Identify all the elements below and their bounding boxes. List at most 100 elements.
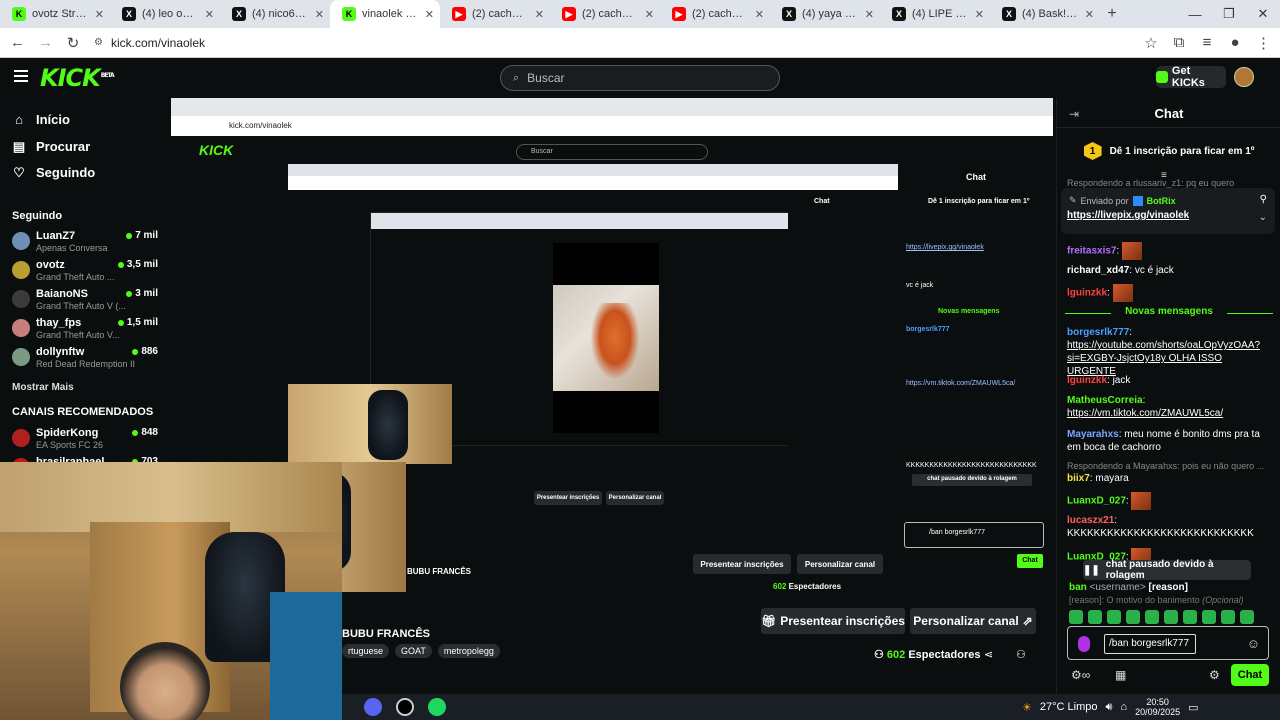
sidebar-channel[interactable]: SpiderKong EA Sports FC 26 848 xyxy=(12,427,162,453)
emote-icon[interactable] xyxy=(1145,610,1159,624)
browser-tab[interactable]: ▶(2) cachorro equ✕ xyxy=(550,0,660,28)
close-tab-icon[interactable]: ✕ xyxy=(315,8,324,21)
back-icon[interactable]: ← xyxy=(10,34,25,51)
emote-icon[interactable] xyxy=(1088,610,1102,624)
spotify-icon[interactable] xyxy=(428,698,446,716)
get-kicks-button[interactable]: Get KICKs xyxy=(1156,65,1226,89)
add-user-icon[interactable]: ⚇ xyxy=(1016,648,1026,661)
sidebar-channel[interactable]: ovotz Grand Theft Auto ... 3,5 mil xyxy=(12,259,162,285)
nav-home[interactable]: ⌂ Início xyxy=(12,112,70,127)
sub-leaderboard-banner[interactable]: 1 Dê 1 inscrição para ficar em 1º xyxy=(1057,138,1280,164)
minimize-button[interactable]: — xyxy=(1178,0,1212,28)
search-input[interactable]: ⌕ Buscar xyxy=(500,65,780,91)
extensions-icon[interactable]: ⧉ xyxy=(1172,34,1186,51)
emote-icon[interactable] xyxy=(1069,610,1083,624)
emote-icon[interactable] xyxy=(1126,610,1140,624)
chat-message[interactable]: lguinzkk: jack xyxy=(1067,374,1273,387)
pinned-link[interactable]: https://livepix.gg/vinaolek xyxy=(1067,210,1189,221)
gift-icon[interactable]: ▦ xyxy=(1115,668,1126,682)
new-tab-button[interactable]: + xyxy=(1100,0,1124,28)
close-tab-icon[interactable]: ✕ xyxy=(535,8,544,21)
pinned-message[interactable]: ✎ Enviado por BotRix https://livepix.gg/… xyxy=(1061,188,1275,234)
sidebar-channel[interactable]: BaianoNS Grand Theft Auto V (... 3 mil xyxy=(12,288,162,314)
present-subs-button[interactable]: 🎁︎ Presentear inscrições xyxy=(761,608,905,634)
chat-paused-button[interactable]: ❚❚ chat pausado devido à rolagem xyxy=(1083,559,1251,581)
youtube-favicon: ▶ xyxy=(452,7,466,21)
browser-tab[interactable]: X(4) nico6zz on X:✕ xyxy=(220,0,330,28)
hamburger-menu-icon[interactable] xyxy=(14,70,28,82)
mic-icon[interactable] xyxy=(1078,636,1090,652)
nav-following[interactable]: ♡ Seguindo xyxy=(12,165,95,180)
obs-icon[interactable] xyxy=(396,698,414,716)
volume-icon[interactable]: 🔊︎ xyxy=(1105,701,1112,714)
chat-message[interactable]: freitasxis7: xyxy=(1067,242,1273,260)
unpin-icon[interactable]: ⚲ xyxy=(1260,194,1267,205)
browser-tab[interactable]: ▶(2) cachorro e✕ xyxy=(440,0,550,28)
close-tab-icon[interactable]: ✕ xyxy=(645,8,654,21)
browser-tab[interactable]: ▶(2) cachorro equ✕ xyxy=(660,0,770,28)
chevron-down-icon[interactable]: ⌄ xyxy=(1259,212,1267,223)
kick-logo[interactable]: KICKBETA xyxy=(40,64,115,92)
tag[interactable]: metropolegg xyxy=(437,644,500,658)
chat-message[interactable]: lucaszx21: KKKKKKKKKKKKKKKKKKKKKKKKKKKK xyxy=(1067,514,1273,540)
emoji-icon[interactable]: ☺ xyxy=(1247,636,1260,651)
sidebar-channel[interactable]: thay_fps Grand Theft Auto V... 1,5 mil xyxy=(12,317,162,343)
forward-icon[interactable]: → xyxy=(38,34,53,51)
emote-icon[interactable] xyxy=(1183,610,1197,624)
url-field[interactable]: ⚙ kick.com/vinaolek xyxy=(94,36,1130,50)
emote-icon[interactable] xyxy=(1107,610,1121,624)
browser-tab[interactable]: Kvinaolek Stream -✕ xyxy=(330,0,440,28)
reply-preview: Respondendo a rlussariv_z1: pq eu quero xyxy=(1067,178,1235,188)
chat-message[interactable]: borgesrlk777: https://youtube.com/shorts… xyxy=(1067,326,1273,378)
share-icon[interactable]: ⋖ xyxy=(984,648,993,661)
chat-message[interactable]: richard_xd47: vc é jack xyxy=(1067,264,1273,277)
chat-settings-icon[interactable]: ⚙ xyxy=(1209,668,1220,682)
chat-message[interactable]: LuanxD_027: xyxy=(1067,492,1273,510)
menu-icon[interactable]: ⋮ xyxy=(1256,34,1271,52)
emote-icon[interactable] xyxy=(1240,610,1254,624)
media-icon[interactable]: ≡ xyxy=(1200,34,1214,51)
browser-tab[interactable]: Kovotz Stream - W✕ xyxy=(0,0,110,28)
sidebar-channel[interactable]: LuanZ7 Apenas Conversa 7 mil xyxy=(12,230,162,256)
user-avatar[interactable] xyxy=(1234,67,1254,87)
emote-icon[interactable] xyxy=(1202,610,1216,624)
site-info-icon[interactable]: ⚙ xyxy=(94,37,103,48)
browser-tab[interactable]: X(4) LIPE DA FRAN✕ xyxy=(880,0,990,28)
close-tab-icon[interactable]: ✕ xyxy=(755,8,764,21)
kick-points-icon[interactable]: ⚙∞ xyxy=(1071,668,1090,682)
emote-icon[interactable] xyxy=(1164,610,1178,624)
close-tab-icon[interactable]: ✕ xyxy=(95,8,104,21)
emote-icon[interactable] xyxy=(1221,610,1235,624)
chat-message[interactable]: MatheusCorreia: https://vm.tiktok.com/ZM… xyxy=(1067,394,1273,420)
discord-icon[interactable] xyxy=(364,698,382,716)
customize-channel-button[interactable]: Personalizar canal ⇗ xyxy=(910,608,1036,634)
notifications-icon[interactable]: ▭ xyxy=(1188,701,1198,714)
close-tab-icon[interactable]: ✕ xyxy=(425,8,434,21)
chat-message[interactable]: lguinzkk: xyxy=(1067,284,1273,302)
send-chat-button[interactable]: Chat xyxy=(1231,664,1269,686)
tag[interactable]: GOAT xyxy=(395,644,432,658)
close-tab-icon[interactable]: ✕ xyxy=(1085,8,1094,21)
nav-browse[interactable]: ▤ Procurar xyxy=(12,139,90,154)
chat-input[interactable]: /ban borgesrlk777 ☺ xyxy=(1067,626,1269,660)
tag[interactable]: rtuguese xyxy=(342,644,390,658)
chat-message[interactable]: Mayarahxs: meu nome é bonito dms pra ta … xyxy=(1067,428,1273,454)
profile-icon[interactable]: ● xyxy=(1228,34,1242,51)
chat-message[interactable]: biix7: mayara xyxy=(1067,472,1273,485)
browser-tab[interactable]: X(4) yaya on X: "o✕ xyxy=(770,0,880,28)
sidebar-channel[interactable]: dollynftw Red Dead Redemption II 886 xyxy=(12,346,162,372)
browser-tab[interactable]: X(4) Bask! on X: "e✕ xyxy=(990,0,1100,28)
maximize-button[interactable]: ❐ xyxy=(1212,0,1246,28)
browser-tab[interactable]: X(4) leo on X: "MA✕ xyxy=(110,0,220,28)
chat-input-field[interactable]: /ban borgesrlk777 xyxy=(1104,634,1196,654)
captured-search: Buscar xyxy=(516,144,708,160)
close-tab-icon[interactable]: ✕ xyxy=(975,8,984,21)
network-icon[interactable]: ⌂ xyxy=(1120,701,1127,713)
bookmark-star-icon[interactable]: ☆ xyxy=(1144,34,1158,52)
close-window-button[interactable]: ✕ xyxy=(1246,0,1280,28)
reload-icon[interactable]: ↻ xyxy=(66,34,80,52)
close-tab-icon[interactable]: ✕ xyxy=(205,8,214,21)
close-tab-icon[interactable]: ✕ xyxy=(865,8,874,21)
captured-kick-logo: KICK xyxy=(199,142,234,158)
show-more-link[interactable]: Mostrar Mais xyxy=(12,382,74,393)
